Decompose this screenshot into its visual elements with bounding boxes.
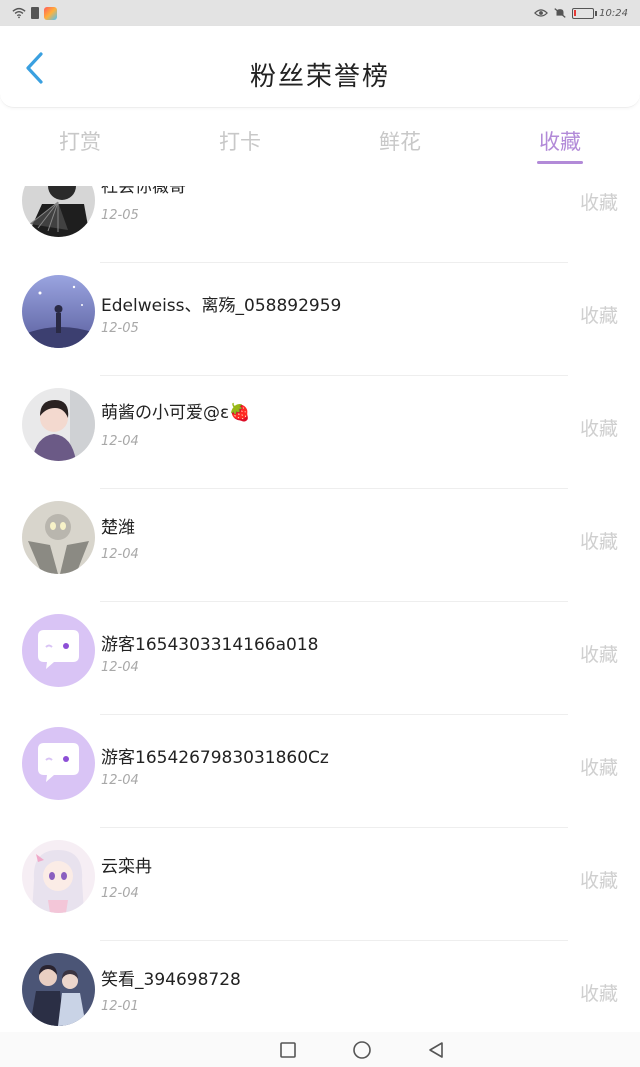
status-bar: 10:24	[0, 0, 640, 26]
avatar	[22, 953, 95, 1026]
user-name: 游客1654303314166a018	[101, 635, 319, 655]
chat-bubble-icon	[22, 614, 95, 687]
eye-icon	[534, 9, 549, 17]
list-item[interactable]: 萌酱の小可爱@ε🍓 12-04 收藏	[0, 376, 640, 489]
nav-back-button[interactable]	[425, 1039, 447, 1061]
item-date: 12-04	[101, 886, 139, 901]
circle-icon	[353, 1040, 371, 1059]
favorite-action[interactable]: 收藏	[580, 301, 618, 328]
user-name: 萌酱の小可爱@ε🍓	[101, 403, 251, 423]
list-item[interactable]: 楚潍 12-04 收藏	[0, 489, 640, 602]
system-nav-bar	[0, 1032, 640, 1067]
tab-label: 打卡	[219, 130, 261, 154]
item-date: 12-05	[101, 208, 139, 223]
user-name: 游客1654267983031860Cz	[101, 748, 329, 768]
favorite-action[interactable]: 收藏	[580, 753, 618, 780]
avatar	[22, 186, 95, 237]
tab-bar: 打赏 打卡 鲜花 收藏	[0, 114, 640, 170]
triangle-back-icon	[429, 1041, 443, 1058]
avatar	[22, 388, 95, 461]
favorite-action[interactable]: 收藏	[580, 640, 618, 667]
header: 粉丝荣誉榜	[0, 26, 640, 108]
tab-checkin[interactable]: 打卡	[160, 114, 320, 170]
item-date: 12-04	[101, 547, 139, 562]
tab-label: 鲜花	[379, 130, 421, 154]
list-item[interactable]: 笑看_394698728 12-01 收藏	[0, 941, 640, 1032]
user-name: 楚潍	[101, 518, 135, 538]
sim-card-icon	[31, 7, 39, 19]
item-date: 12-05	[101, 321, 139, 336]
tab-favorites[interactable]: 收藏	[480, 114, 640, 170]
avatar	[22, 501, 95, 574]
status-left-icons	[12, 6, 57, 20]
page-title: 粉丝荣誉榜	[249, 62, 390, 92]
user-name: 云栾冉	[101, 857, 152, 877]
list-item[interactable]: 游客1654303314166a018 12-04 收藏	[0, 602, 640, 715]
user-name: Edelweiss、离殇_058892959	[101, 296, 342, 316]
home-button[interactable]	[351, 1039, 373, 1061]
item-date: 12-01	[101, 999, 139, 1014]
favorite-action[interactable]: 收藏	[580, 979, 618, 1006]
favorite-action[interactable]: 收藏	[580, 527, 618, 554]
battery-icon	[572, 7, 598, 19]
recent-apps-button[interactable]	[277, 1039, 299, 1061]
favorite-action[interactable]: 收藏	[580, 866, 618, 893]
user-name: 笑看_394698728	[101, 970, 241, 990]
user-name: 社会你薇哥	[101, 186, 186, 197]
item-date: 12-04	[101, 773, 139, 788]
tab-flowers[interactable]: 鲜花	[320, 114, 480, 170]
chat-bubble-icon	[22, 727, 95, 800]
item-date: 12-04	[101, 660, 139, 675]
favorite-action[interactable]: 收藏	[580, 188, 618, 215]
tab-label: 打赏	[59, 130, 101, 154]
active-tab-indicator	[537, 161, 583, 164]
list-item[interactable]: 云栾冉 12-04 收藏	[0, 828, 640, 941]
fan-list[interactable]: 社会你薇哥 12-05 收藏 Edelweiss、离殇_058892959 12…	[0, 186, 640, 1032]
item-date: 12-04	[101, 434, 139, 449]
list-item[interactable]: 社会你薇哥 12-05 收藏	[0, 186, 640, 263]
tab-label: 收藏	[539, 130, 581, 154]
avatar	[22, 840, 95, 913]
favorite-action[interactable]: 收藏	[580, 414, 618, 441]
mute-bell-icon	[554, 8, 566, 18]
avatar	[22, 275, 95, 348]
list-item[interactable]: Edelweiss、离殇_058892959 12-05 收藏	[0, 263, 640, 376]
app-notification-icon	[44, 6, 57, 20]
square-icon	[280, 1041, 296, 1058]
default-avatar	[22, 727, 95, 800]
wifi-icon	[12, 7, 26, 19]
status-right-icons: 10:24	[534, 7, 628, 19]
default-avatar	[22, 614, 95, 687]
tab-reward[interactable]: 打赏	[0, 114, 160, 170]
status-time: 10:24	[599, 7, 628, 19]
list-item[interactable]: 游客1654267983031860Cz 12-04 收藏	[0, 715, 640, 828]
